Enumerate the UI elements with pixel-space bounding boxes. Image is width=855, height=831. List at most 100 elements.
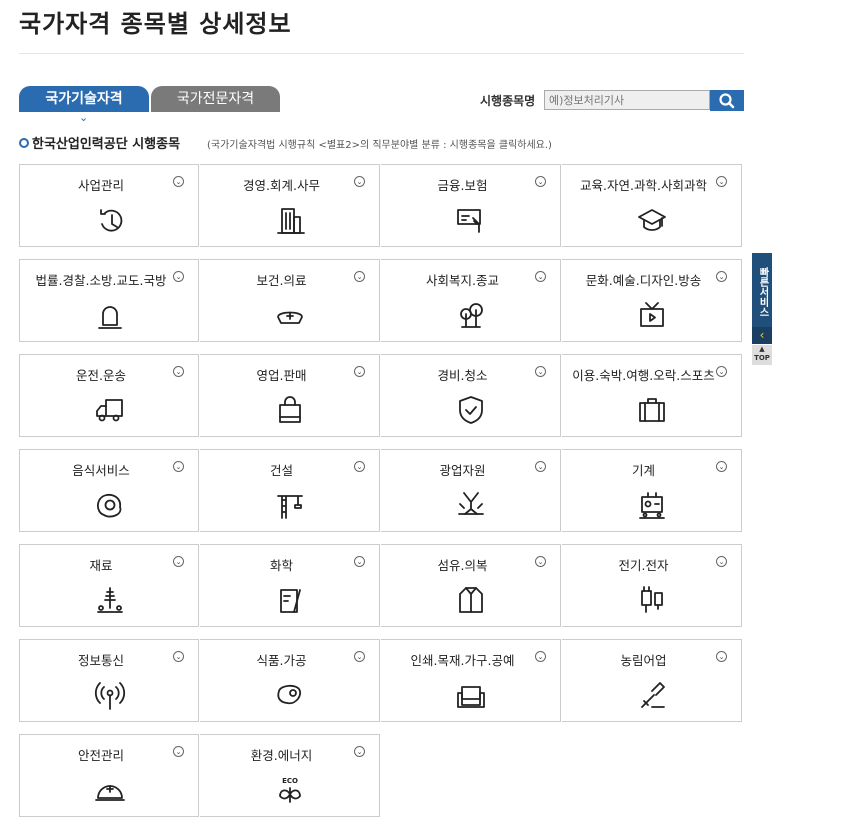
- search-input[interactable]: [544, 90, 710, 110]
- plug-icon: [641, 586, 663, 613]
- tab-national-professional[interactable]: 국가전문자격: [151, 86, 280, 112]
- beaker-icon: [280, 589, 301, 613]
- category-label: 식품.가공: [256, 653, 307, 668]
- page-title: 국가자격 종목별 상세정보: [19, 10, 292, 38]
- chevron-down-icon[interactable]: ⌄: [535, 271, 546, 282]
- suitcase-icon: [639, 398, 665, 422]
- category-label: 법률.경찰.소방.교도.국방: [35, 273, 167, 288]
- chevron-down-icon[interactable]: ⌄: [173, 746, 184, 757]
- chevron-down-icon[interactable]: ⌄: [173, 271, 184, 282]
- category-label: 환경.에너지: [250, 748, 313, 763]
- collapse-arrow-icon[interactable]: ‹: [752, 327, 772, 344]
- category-label: 사회복지.종교: [426, 273, 499, 288]
- chevron-down-icon[interactable]: ⌄: [716, 176, 727, 187]
- category-label: 재료: [89, 558, 113, 573]
- tab-national-technical[interactable]: 국가기술자격: [19, 86, 149, 112]
- helmet-icon: [95, 785, 125, 801]
- chevron-down-icon[interactable]: ⌄: [173, 176, 184, 187]
- shovel-icon: [641, 682, 665, 708]
- chevron-down-icon[interactable]: ⌄: [535, 556, 546, 567]
- chevron-down-icon[interactable]: ⌄: [716, 271, 727, 282]
- category-siren[interactable]: 법률.경찰.소방.교도.국방 ⌄: [19, 259, 199, 342]
- jacket-icon: [459, 587, 483, 613]
- category-beaker[interactable]: 화학 ⌄: [200, 544, 380, 627]
- chevron-down-icon[interactable]: ⌄: [173, 556, 184, 567]
- chevron-down-icon[interactable]: ⌄: [354, 746, 365, 757]
- category-label: 보건.의료: [256, 273, 307, 288]
- category-helmet[interactable]: 안전관리 ⌄: [19, 734, 199, 817]
- category-label: 정보통신: [77, 653, 124, 668]
- category-label: 경영.회계.사무: [243, 178, 320, 193]
- robot-machine-icon: [639, 492, 665, 519]
- category-materials[interactable]: 재료 ⌄: [19, 544, 199, 627]
- category-plug[interactable]: 전기.전자 ⌄: [562, 544, 742, 627]
- chevron-down-icon[interactable]: ⌄: [535, 461, 546, 472]
- category-label: 화학: [269, 558, 293, 573]
- quick-service-button[interactable]: 빠른서비스: [752, 253, 772, 331]
- category-label: 문화.예술.디자인.방송: [585, 273, 702, 288]
- search-button[interactable]: [710, 90, 744, 111]
- category-card-hand[interactable]: 금융.보험 ⌄: [381, 164, 561, 247]
- category-nurse-cap[interactable]: 보건.의료 ⌄: [200, 259, 380, 342]
- chevron-down-icon[interactable]: ⌄: [716, 461, 727, 472]
- nurse-cap-icon: [277, 311, 303, 324]
- materials-icon: [97, 587, 123, 613]
- category-shield-check[interactable]: 경비.청소 ⌄: [381, 354, 561, 437]
- category-robot-machine[interactable]: 기계 ⌄: [562, 449, 742, 532]
- category-label: 교육.자연.과학.사회과학: [580, 178, 707, 193]
- chevron-down-icon[interactable]: ⌄: [535, 366, 546, 377]
- category-sofa[interactable]: 인쇄.목재.가구.공예 ⌄: [381, 639, 561, 722]
- category-trees[interactable]: 사회복지.종교 ⌄: [381, 259, 561, 342]
- category-jacket[interactable]: 섬유.의복 ⌄: [381, 544, 561, 627]
- category-label: 광업자원: [439, 463, 486, 478]
- search-label: 시행종목명: [480, 94, 536, 108]
- sofa-icon: [457, 686, 485, 708]
- chevron-down-icon[interactable]: ⌄: [716, 366, 727, 377]
- category-label: 사업관리: [77, 178, 124, 193]
- category-suitcase[interactable]: 이용.숙박.여행.오락.스포츠 ⌄: [562, 354, 742, 437]
- category-label: 이용.숙박.여행.오락.스포츠: [572, 368, 715, 383]
- chevron-down-icon[interactable]: ⌄: [173, 366, 184, 377]
- chevron-down-icon[interactable]: ⌄: [354, 556, 365, 567]
- category-shovel[interactable]: 농림어업 ⌄: [562, 639, 742, 722]
- category-label: 안전관리: [77, 748, 124, 763]
- trees-icon: [460, 303, 483, 328]
- chevron-down-icon[interactable]: ⌄: [716, 556, 727, 567]
- chevron-down-icon[interactable]: ⌄: [354, 366, 365, 377]
- category-crane[interactable]: 건설 ⌄: [200, 449, 380, 532]
- category-tv[interactable]: 문화.예술.디자인.방송 ⌄: [562, 259, 742, 342]
- category-shopping-bag[interactable]: 영업.판매 ⌄: [200, 354, 380, 437]
- chevron-down-icon[interactable]: ⌄: [354, 461, 365, 472]
- category-meat[interactable]: 식품.가공 ⌄: [200, 639, 380, 722]
- category-label: 경비.청소: [437, 368, 488, 383]
- mining-icon: [458, 492, 484, 515]
- category-label: 인쇄.목재.가구.공예: [410, 653, 515, 668]
- meat-icon: [277, 684, 301, 705]
- category-label: 농림어업: [620, 653, 667, 668]
- divider: [19, 53, 744, 54]
- chevron-down-icon[interactable]: ⌄: [354, 271, 365, 282]
- category-building[interactable]: 경영.회계.사무 ⌄: [200, 164, 380, 247]
- eco-icon: ECO: [279, 777, 301, 803]
- category-eco[interactable]: 환경.에너지 ⌄ ECO: [200, 734, 380, 817]
- chevron-down-icon[interactable]: ⌄: [716, 651, 727, 662]
- category-truck[interactable]: 운전.운송 ⌄: [19, 354, 199, 437]
- shield-check-icon: [459, 396, 483, 424]
- category-fried-egg[interactable]: 음식서비스 ⌄: [19, 449, 199, 532]
- chevron-down-icon[interactable]: ⌄: [354, 651, 365, 662]
- section-note: (국가기술자격법 시행규칙 <별표2>의 직무분야별 분류 : 시행종목을 클릭…: [207, 140, 552, 151]
- category-clock[interactable]: 사업관리 ⌄: [19, 164, 199, 247]
- chevron-down-icon[interactable]: ⌄: [173, 461, 184, 472]
- category-antenna[interactable]: 정보통신 ⌄: [19, 639, 199, 722]
- antenna-icon: [94, 682, 126, 710]
- category-mining[interactable]: 광업자원 ⌄: [381, 449, 561, 532]
- truck-icon: [96, 399, 123, 422]
- category-graduation-cap[interactable]: 교육.자연.과학.사회과학 ⌄: [562, 164, 742, 247]
- category-label: 섬유.의복: [437, 558, 488, 573]
- scroll-top-button[interactable]: ▲ TOP: [752, 345, 772, 365]
- building-icon: [277, 208, 305, 234]
- chevron-down-icon[interactable]: ⌄: [535, 176, 546, 187]
- chevron-down-icon[interactable]: ⌄: [535, 651, 546, 662]
- chevron-down-icon[interactable]: ⌄: [354, 176, 365, 187]
- chevron-down-icon[interactable]: ⌄: [173, 651, 184, 662]
